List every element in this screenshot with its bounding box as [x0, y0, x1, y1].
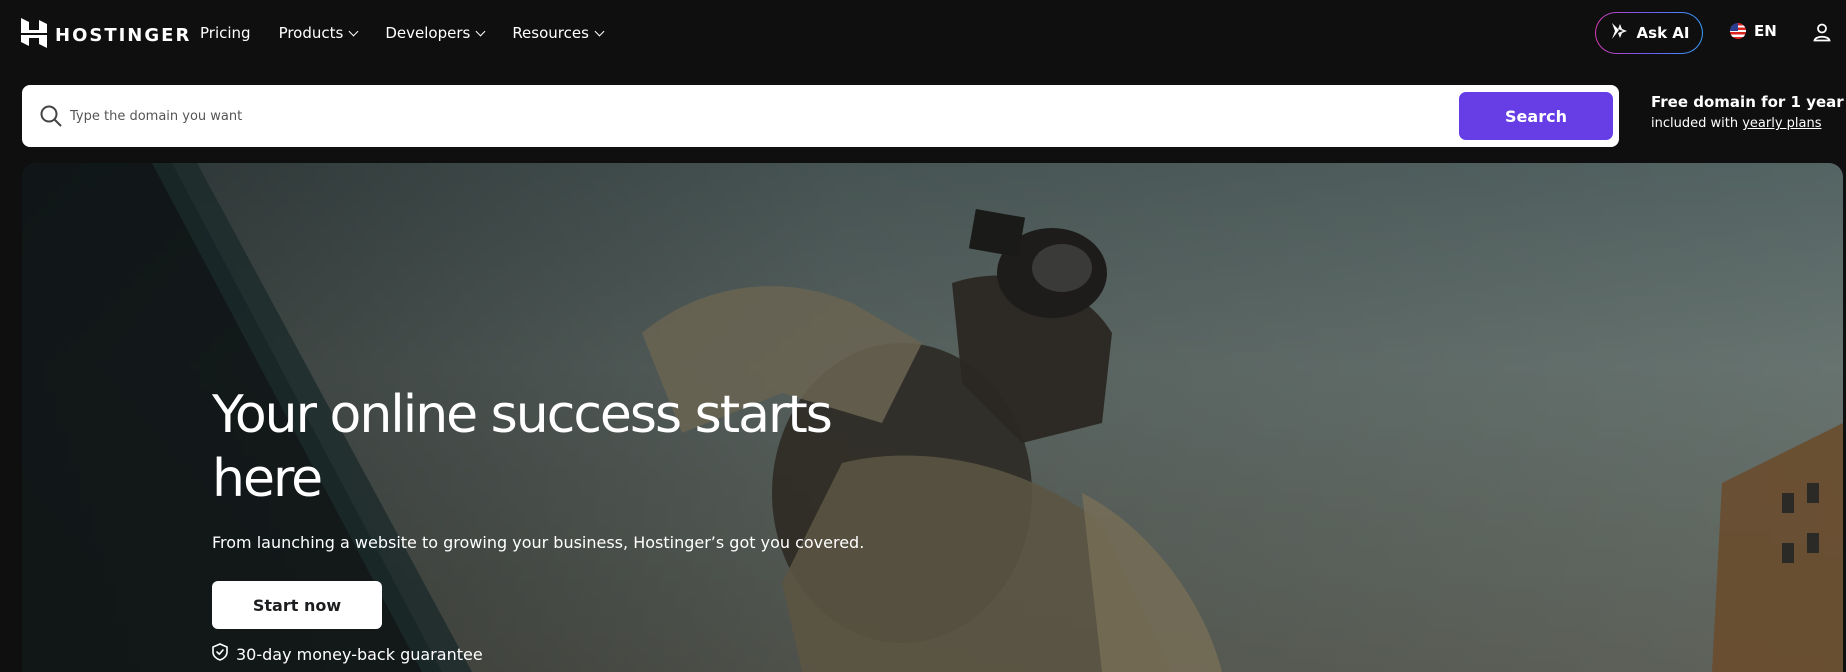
language-selector[interactable]: EN: [1730, 22, 1777, 40]
hostinger-logo-icon: [21, 18, 47, 52]
promo-sub-prefix: included with: [1651, 116, 1743, 131]
nav-item-products[interactable]: Products: [278, 24, 359, 42]
search-button[interactable]: Search: [1459, 92, 1613, 140]
chevron-down-icon: [475, 26, 486, 36]
nav-item-pricing[interactable]: Pricing: [200, 24, 251, 42]
promo-title: Free domain for 1 year: [1651, 93, 1844, 111]
hero-subtitle: From launching a website to growing your…: [212, 533, 865, 552]
nav-item-label: Developers: [385, 24, 471, 42]
account-button[interactable]: [1812, 22, 1832, 46]
domain-search-bar: Search: [22, 85, 1619, 147]
top-nav: HOSTINGER Pricing Products Developers Re…: [0, 0, 1846, 66]
main-menu: Pricing Products Developers Resources: [200, 0, 605, 66]
nav-item-label: Products: [278, 24, 344, 42]
shield-check-icon: [212, 643, 228, 665]
nav-item-label: Resources: [512, 24, 589, 42]
sparkle-icon: [1609, 21, 1629, 45]
promo-subtext: included with yearly plans: [1651, 116, 1841, 131]
money-back-guarantee: 30-day money-back guarantee: [212, 643, 483, 665]
nav-item-label: Pricing: [200, 24, 251, 42]
us-flag-icon: [1730, 23, 1746, 39]
hero-section: Your online success starts here From lau…: [22, 163, 1843, 672]
ask-ai-label: Ask AI: [1636, 24, 1690, 42]
chevron-down-icon: [594, 26, 605, 36]
brand-name: HOSTINGER: [55, 24, 192, 46]
brand-logo[interactable]: HOSTINGER: [21, 18, 191, 52]
user-icon: [1812, 23, 1832, 46]
free-domain-promo: Free domain for 1 year included with yea…: [1651, 93, 1844, 131]
nav-item-developers[interactable]: Developers: [385, 24, 486, 42]
domain-search-input[interactable]: [70, 99, 1470, 133]
nav-item-resources[interactable]: Resources: [512, 24, 605, 42]
start-now-button[interactable]: Start now: [212, 581, 382, 629]
search-icon: [39, 104, 63, 132]
guarantee-text: 30-day money-back guarantee: [236, 644, 483, 664]
chevron-down-icon: [348, 26, 359, 36]
hero-title: Your online success starts here: [212, 385, 833, 509]
yearly-plans-link[interactable]: yearly plans: [1742, 116, 1821, 131]
language-label: EN: [1754, 22, 1777, 40]
ask-ai-button[interactable]: Ask AI: [1595, 12, 1703, 54]
